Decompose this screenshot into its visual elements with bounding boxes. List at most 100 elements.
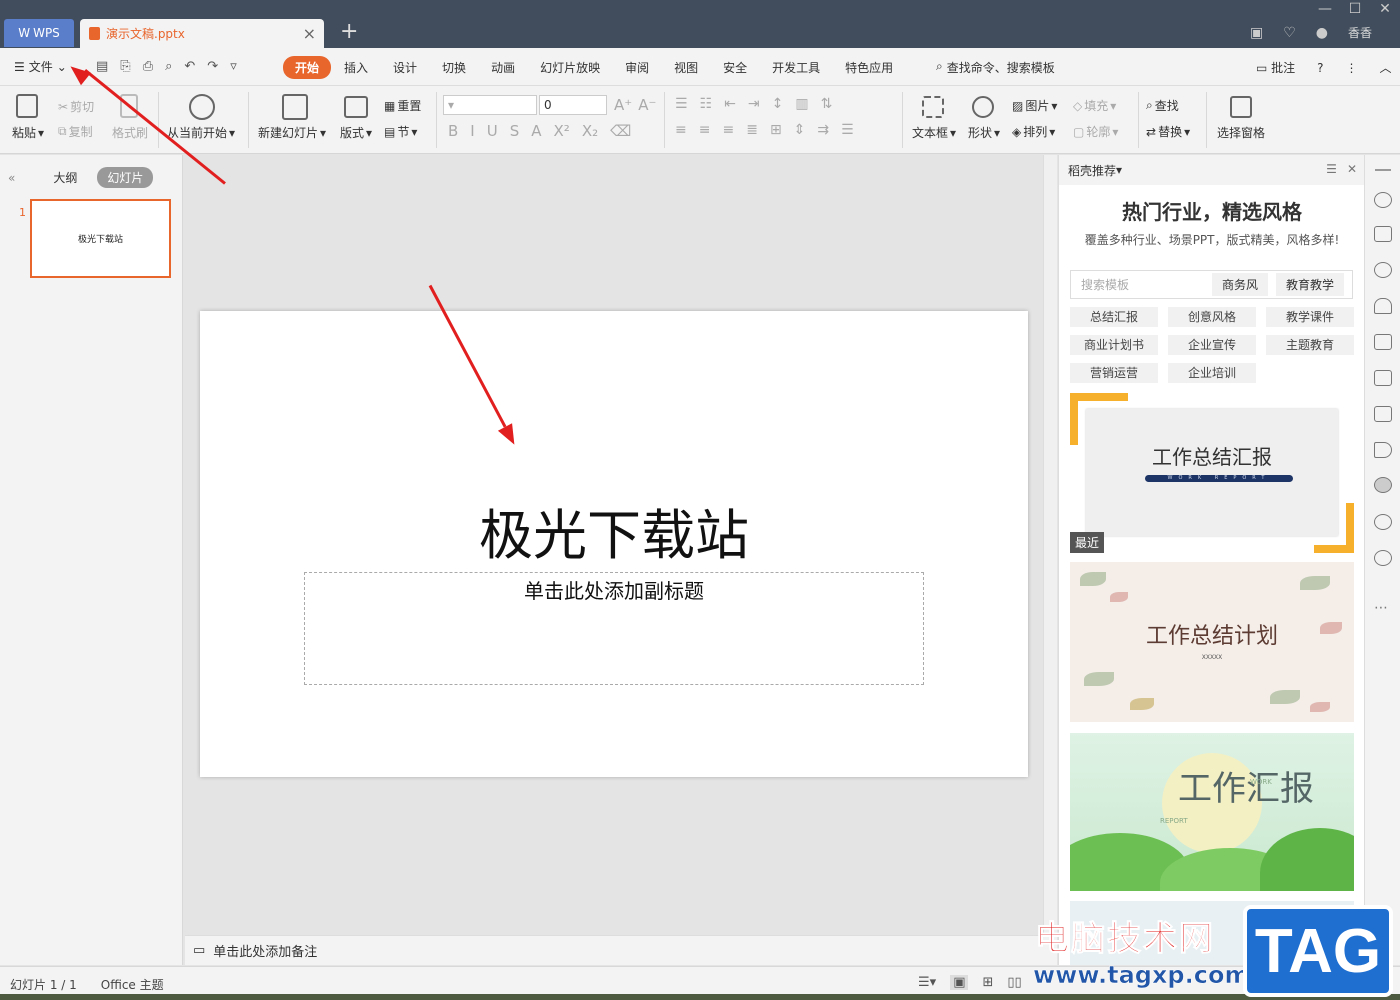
new-slide-button[interactable]: 新建幻灯片 ▾ [258, 124, 326, 141]
shapes-icon[interactable] [1374, 262, 1392, 278]
tab-4[interactable]: 动画 [479, 56, 527, 79]
subscript-icon[interactable]: X₂ [582, 122, 598, 140]
panel-close-icon[interactable]: ✕ [1347, 162, 1357, 176]
list-level-icon[interactable]: ☰ [841, 122, 854, 138]
subtitle-placeholder[interactable]: 单击此处添加副标题 [304, 572, 924, 685]
tab-3[interactable]: 切换 [430, 56, 478, 79]
sound-icon[interactable] [1374, 442, 1392, 458]
section-button[interactable]: ▤ 节 ▾ [384, 123, 417, 140]
line-spacing-icon[interactable]: ↕ [772, 96, 784, 112]
picture-icon[interactable] [1374, 406, 1392, 422]
docer-icon[interactable] [1374, 477, 1392, 493]
find-button[interactable]: ⌕ 查找 [1146, 97, 1179, 114]
comment-button[interactable]: ▭ 批注 [1256, 59, 1295, 76]
tab-slides[interactable]: 幻灯片 [97, 167, 154, 188]
panel-header-label[interactable]: 稻壳推荐 [1068, 162, 1116, 179]
category-tag[interactable]: 教学课件 [1266, 307, 1354, 327]
template-card[interactable]: 工作汇报 WORK REPORT [1070, 733, 1354, 891]
help-icon[interactable]: ? [1317, 61, 1323, 75]
document-tab[interactable]: 演示文稿.pptx × [80, 19, 324, 48]
collapse-panel-icon[interactable]: « [8, 171, 15, 185]
user-avatar-icon[interactable]: ● [1316, 25, 1328, 41]
help-circle-icon[interactable] [1374, 550, 1392, 566]
print-icon[interactable]: ⎙ [143, 59, 153, 74]
panel-menu-icon[interactable]: ☰ [1326, 162, 1337, 176]
tab-10[interactable]: 特色应用 [833, 56, 905, 79]
notes-toggle-icon[interactable]: ☰▾ [918, 975, 936, 990]
undo-icon[interactable]: ↶ [184, 59, 195, 74]
decrease-indent-icon[interactable]: ⇤ [724, 96, 736, 112]
history-icon[interactable] [1374, 514, 1392, 530]
align-right-icon[interactable]: ≡ [722, 122, 734, 138]
vertical-scrollbar[interactable] [1043, 155, 1057, 935]
font-color-icon[interactable]: A [531, 122, 541, 140]
chip-education[interactable]: 教育教学 [1275, 273, 1344, 296]
tab-8[interactable]: 安全 [711, 56, 759, 79]
reset-button[interactable]: ▦ 重置 [384, 97, 421, 114]
slide-thumbnail[interactable]: 极光下载站 [30, 199, 171, 278]
slide-canvas[interactable]: 极光下载站 单击此处添加副标题 [200, 311, 1028, 777]
clear-format-icon[interactable]: ⌫ [610, 122, 631, 140]
tab-7[interactable]: 视图 [662, 56, 710, 79]
align-center-icon[interactable]: ≡ [699, 122, 711, 138]
columns-icon[interactable]: ▥ [795, 96, 808, 112]
tab-0[interactable]: 开始 [283, 56, 332, 79]
tab-9[interactable]: 开发工具 [760, 56, 832, 79]
star-icon[interactable] [1374, 192, 1392, 208]
image-search-icon[interactable] [1374, 370, 1392, 386]
text-direction-icon[interactable]: ⇅ [821, 96, 833, 112]
outline-button[interactable]: ▢ 轮廓 ▾ [1073, 123, 1118, 140]
picture-button[interactable]: ▨ 图片 ▾ [1012, 97, 1057, 114]
more-icon[interactable]: ⋮ [1346, 61, 1358, 75]
maximize-icon[interactable]: ☐ [1340, 0, 1370, 18]
sorter-view-icon[interactable]: ⊞ [982, 975, 993, 990]
category-tag[interactable]: 企业宣传 [1168, 335, 1256, 355]
paste-button[interactable]: 粘贴 ▾ [12, 124, 44, 141]
minimize-icon[interactable]: — [1310, 0, 1340, 18]
italic-icon[interactable]: I [470, 122, 474, 140]
tab-5[interactable]: 幻灯片放映 [528, 56, 612, 79]
underline-icon[interactable]: U [487, 122, 498, 140]
font-size-select[interactable]: 0 [539, 95, 607, 115]
notes-pane[interactable]: ▭ 单击此处添加备注 [185, 935, 1057, 965]
fill-button[interactable]: ◇ 填充 ▾ [1073, 97, 1116, 114]
redo-icon[interactable]: ↷ [207, 59, 218, 74]
normal-view-icon[interactable]: ▣ [950, 975, 969, 990]
arrange-button[interactable]: ◈ 排列 ▾ [1012, 123, 1055, 140]
tab-outline[interactable]: 大纲 [43, 167, 87, 188]
distribute-icon[interactable]: ⊞ [770, 122, 782, 138]
close-window-icon[interactable]: ✕ [1370, 0, 1400, 18]
new-tab-button[interactable]: + [340, 20, 358, 44]
category-tag[interactable]: 企业培训 [1168, 363, 1256, 383]
chip-business[interactable]: 商务风 [1211, 273, 1268, 296]
layout-button[interactable]: 版式 ▾ [340, 124, 372, 141]
category-tag[interactable]: 总结汇报 [1070, 307, 1158, 327]
template-card[interactable]: 工作总结汇报 WORK REPORT 最近 [1070, 393, 1354, 553]
wps-home-tab[interactable]: W WPS [4, 19, 74, 47]
numbering-icon[interactable]: ☷ [700, 96, 713, 112]
superscript-icon[interactable]: X² [554, 122, 570, 140]
customize-dropdown-icon[interactable]: ▿ [230, 59, 237, 74]
indent-icon[interactable]: ⇉ [817, 122, 829, 138]
tab-6[interactable]: 审阅 [613, 56, 661, 79]
font-family-select[interactable]: ▾ [443, 95, 537, 115]
shape-button[interactable]: 形状 ▾ [968, 124, 1000, 141]
save-icon[interactable]: ▤ [96, 59, 108, 74]
user-name[interactable]: 香香 [1348, 24, 1372, 41]
template-card[interactable]: 工作总结计划 XXXXX [1070, 562, 1354, 722]
category-tag[interactable]: 创意风格 [1168, 307, 1256, 327]
category-tag[interactable]: 商业计划书 [1070, 335, 1158, 355]
spacing-icon[interactable]: ⇕ [794, 122, 806, 138]
export-icon[interactable]: ⎘ [120, 59, 130, 74]
decrease-font-icon[interactable]: A⁻ [638, 96, 656, 114]
align-left-icon[interactable]: ≡ [675, 122, 687, 138]
close-tab-icon[interactable]: × [303, 24, 316, 43]
template-search-input[interactable]: 搜索模板 [1071, 276, 1212, 293]
category-tag[interactable]: 营销运营 [1070, 363, 1158, 383]
bullets-icon[interactable]: ☰ [675, 96, 688, 112]
tab-2[interactable]: 设计 [381, 56, 429, 79]
increase-font-icon[interactable]: A⁺ [614, 96, 632, 114]
justify-icon[interactable]: ≣ [746, 122, 758, 138]
textbox-button[interactable]: 文本框 ▾ [912, 124, 956, 141]
command-search[interactable]: ⌕ 查找命令、搜索模板 [936, 59, 1055, 76]
